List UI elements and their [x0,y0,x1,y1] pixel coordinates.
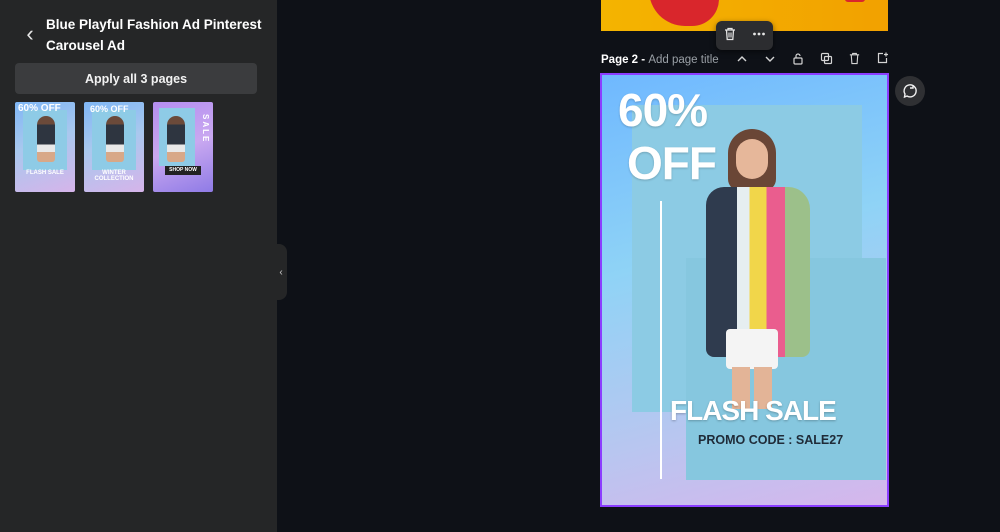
thumbnail-model-image [37,116,55,162]
previous-page-graphic [845,0,865,2]
promo-code-text[interactable]: PROMO CODE : SALE27 [698,433,843,447]
back-button[interactable]: ‹ [18,22,42,46]
lock-icon[interactable] [784,52,812,70]
refresh-comment-icon[interactable] [895,76,925,106]
trash-icon[interactable] [840,52,868,70]
collapse-panel-button[interactable]: ‹ [275,244,287,300]
chevron-left-icon: ‹ [26,21,34,46]
more-icon[interactable] [747,27,771,44]
floating-toolbar [716,21,773,50]
template-panel: ‹ Blue Playful Fashion Ad Pinterest Caro… [0,0,277,532]
thumbnail-caption: WINTER COLLECTION [94,170,134,182]
chevron-down-icon[interactable] [756,52,784,70]
headline-text[interactable]: 60% [618,87,708,133]
decorative-line [660,201,662,479]
page-tools [728,52,896,70]
thumbnail-headline: 60% OFF [18,103,61,114]
trash-icon[interactable] [718,27,742,44]
page-number: Page 2 [601,54,639,66]
thumbnail-vertical-text: SALE [201,114,210,144]
page-title-input[interactable]: Add page title [648,54,718,66]
thumbnail-headline: 60% OFF [90,104,129,114]
chevron-left-icon: ‹ [279,266,283,278]
thumbnail-model-image [106,116,124,162]
bottom-controls [790,524,870,532]
design-page-canvas[interactable]: 60% OFF FLASH SALE PROMO CODE : SALE27 [600,73,889,507]
model-face [736,139,768,179]
template-page-thumbnail-1[interactable]: 60% OFF FLASH SALE [15,102,75,192]
previous-page-graphic [649,0,719,26]
chevron-up-icon[interactable] [728,52,756,70]
page-label-separator: - [638,54,649,66]
template-page-thumbnail-2[interactable]: 60% OFF WINTER COLLECTION [84,102,144,192]
model-shorts [726,329,778,369]
page-label: Page 2 - Add page title [601,54,719,66]
template-title: Blue Playful Fashion Ad Pinterest Carous… [46,17,262,53]
apply-all-pages-button[interactable]: Apply all 3 pages [15,63,257,94]
flash-sale-text[interactable]: FLASH SALE [670,395,837,427]
headline-text-2[interactable]: OFF [627,137,717,189]
model-photo[interactable] [700,129,820,409]
duplicate-icon[interactable] [812,52,840,70]
thumbnail-shop-badge: SHOP NOW [165,166,201,175]
template-page-thumbnail-3[interactable]: SHOP NOW SALE [153,102,213,192]
add-page-icon[interactable] [868,52,896,70]
thumbnail-caption: FLASH SALE [26,170,64,176]
thumbnail-model-image [167,116,185,162]
